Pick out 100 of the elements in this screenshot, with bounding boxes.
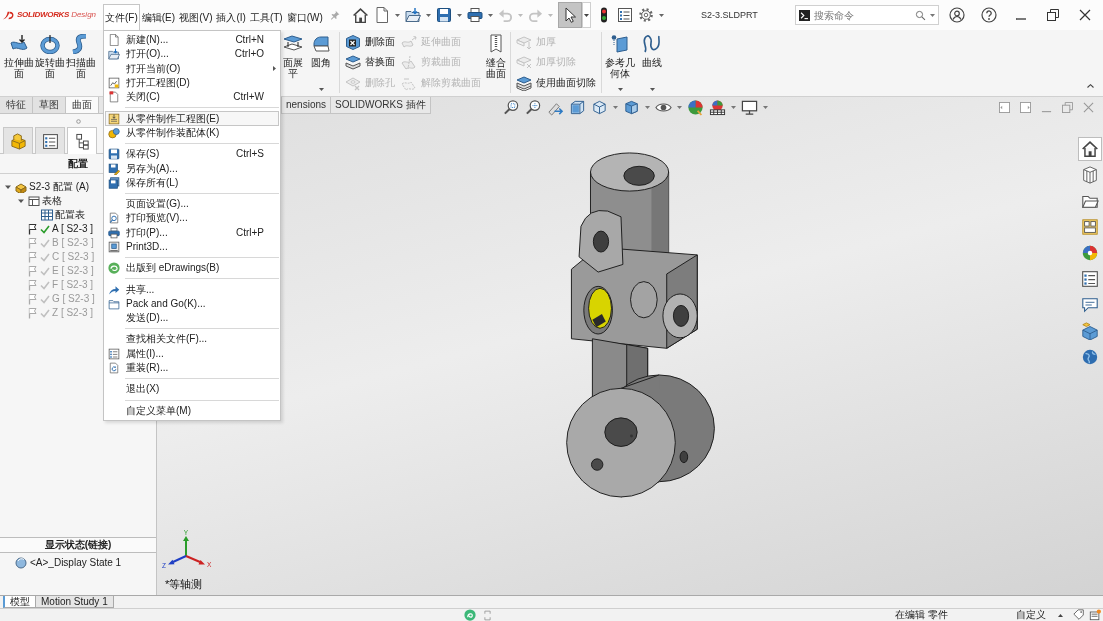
menu-bar-item[interactable]: 视图(V)	[177, 4, 215, 30]
tree-item[interactable]: S2-3 配置 (A)	[29, 181, 89, 193]
menu-item[interactable]: 页面设置(G)...	[105, 196, 279, 212]
list-icon[interactable]	[616, 7, 633, 23]
notification-icon[interactable]	[1089, 609, 1101, 621]
caret-icon[interactable]	[487, 13, 493, 17]
menu-item[interactable]: 打开(O)... Ctrl+O	[105, 47, 279, 62]
menu-item[interactable]: 保存所有(L)	[105, 175, 279, 190]
search-field[interactable]: 搜索命令	[814, 7, 911, 23]
chevron-up-icon[interactable]	[1087, 84, 1094, 88]
print-icon[interactable]	[466, 7, 483, 23]
unit-system[interactable]: 自定义	[1016, 609, 1046, 621]
menu-item[interactable]: 新建(N)... Ctrl+N	[105, 33, 279, 48]
caret-icon[interactable]	[1058, 613, 1063, 617]
panel-tab[interactable]	[3, 127, 33, 154]
ribbon-button[interactable]: 删除面	[343, 32, 397, 53]
dropdown-button[interactable]	[581, 2, 591, 28]
tree-item[interactable]: 表格	[42, 195, 62, 207]
menu-item[interactable]: 从零件制作工程图(E)	[105, 111, 279, 126]
menu-item[interactable]: 从零件制作装配体(K)	[105, 125, 279, 141]
task-pane-tab[interactable]	[1078, 137, 1102, 161]
caret-icon[interactable]	[394, 13, 400, 17]
magnifier-icon[interactable]	[502, 98, 520, 116]
select-button[interactable]	[557, 2, 582, 28]
menu-bar-item[interactable]: 插入(I)	[214, 4, 248, 30]
cube-icon[interactable]	[590, 98, 608, 116]
ribbon-button[interactable]: 使用曲面切除	[514, 72, 598, 93]
new-document-icon[interactable]	[373, 7, 390, 23]
menu-bar-item[interactable]: 文件(F)	[103, 4, 140, 30]
panel-left-icon[interactable]	[999, 101, 1010, 113]
close-icon[interactable]	[1077, 7, 1093, 23]
menu-item[interactable]: 打开当前(O)	[105, 61, 279, 76]
search-box[interactable]: 搜索命令	[795, 5, 939, 25]
menu-bar-item[interactable]: 工具(T)	[247, 4, 285, 30]
display-state-item[interactable]: <A>_Display State 1	[30, 557, 122, 569]
restore-icon[interactable]	[1045, 7, 1061, 23]
menu-item[interactable]: 打印预览(V)...	[105, 211, 279, 226]
caret-icon[interactable]	[658, 13, 664, 17]
menu-item[interactable]: 打开工程图(D)	[105, 75, 279, 91]
ribbon-button[interactable]: 替换面	[343, 52, 397, 73]
panel-tab[interactable]	[67, 127, 97, 154]
menu-item[interactable]: 另存为(A)...	[105, 161, 279, 176]
command-tab[interactable]: 曲面	[66, 97, 99, 113]
command-tab[interactable]: 草图	[33, 97, 66, 113]
menu-item[interactable]: 出版到 eDrawings(B)	[105, 261, 279, 276]
model-tab[interactable]: 模型	[3, 596, 36, 608]
menu-item[interactable]: 查找相关文件(F)...	[105, 332, 279, 347]
magnifier-icon[interactable]	[524, 98, 542, 116]
home-icon[interactable]	[351, 6, 369, 24]
ribbon-button[interactable]: 参考几何体	[605, 32, 635, 93]
half-cube-icon[interactable]	[568, 98, 586, 116]
menu-item[interactable]: Pack and Go(K)...	[105, 296, 279, 312]
caret-icon[interactable]	[18, 198, 24, 204]
shortcut-text: Ctrl+O	[234, 48, 264, 61]
menu-bar-item[interactable]: 窗口(W)	[284, 4, 325, 30]
menu-item[interactable]: 打印(P)... Ctrl+P	[105, 225, 279, 240]
ribbon-button[interactable]: 圆角	[306, 32, 336, 93]
ribbon-button[interactable]: 旋转曲面	[35, 32, 65, 93]
command-tab[interactable]: SOLIDWORKS 插件	[331, 97, 431, 114]
caret-icon[interactable]	[425, 13, 431, 17]
panel-tab[interactable]	[35, 127, 65, 154]
ribbon-button[interactable]: 拉伸曲面	[4, 32, 34, 93]
menu-item[interactable]: 自定义菜单(M)	[105, 403, 279, 418]
ribbon-button[interactable]: 缝合曲面	[485, 32, 507, 93]
color-sphere-icon[interactable]	[686, 98, 704, 116]
ribbon-button[interactable]: 面展平	[282, 32, 304, 93]
command-tab[interactable]: nensions	[281, 97, 332, 114]
ribbon-button[interactable]: 扫描曲面	[66, 32, 96, 93]
menu-item[interactable]: 重装(R)...	[105, 360, 279, 376]
settings-icon[interactable]	[637, 7, 654, 23]
search-icon[interactable]	[915, 9, 926, 21]
menu-item[interactable]: 发送(D)...	[105, 311, 279, 326]
grip-dot-icon[interactable]	[75, 119, 81, 124]
sphere-grid-icon[interactable]	[708, 98, 726, 116]
save-icon[interactable]	[435, 7, 452, 23]
menu-item[interactable]: 保存(S) Ctrl+S	[105, 147, 279, 162]
tree-item[interactable]: 配置表	[55, 209, 85, 221]
ribbon-button[interactable]: 曲线	[637, 32, 667, 93]
monitor-icon[interactable]	[740, 98, 758, 116]
plane-point-icon	[610, 34, 630, 54]
globe-icon	[1081, 348, 1099, 366]
panel-right-icon[interactable]	[1020, 101, 1031, 113]
menu-bar-item[interactable]: 编辑(E)	[139, 4, 178, 30]
model-tab[interactable]: Motion Study 1	[36, 596, 114, 608]
caret-icon[interactable]	[5, 184, 11, 190]
tree-item[interactable]: A [ S2-3 ]	[52, 223, 94, 235]
corner-brackets-icon	[484, 609, 491, 621]
shaded-cube-icon[interactable]	[622, 98, 640, 116]
tag-icon[interactable]	[1073, 609, 1085, 621]
command-tab[interactable]: 特征	[0, 97, 33, 113]
user-icon[interactable]	[949, 7, 965, 23]
menu-item[interactable]: Print3D...	[105, 239, 279, 255]
menu-item[interactable]: 退出(X)	[105, 382, 279, 397]
caret-icon[interactable]	[456, 13, 462, 17]
help-icon[interactable]	[981, 7, 997, 23]
caret-icon[interactable]	[930, 13, 935, 17]
menu-item[interactable]: 共享...	[105, 282, 279, 297]
open-folder-icon[interactable]	[404, 7, 421, 23]
menu-item[interactable]: 关闭(C) Ctrl+W	[105, 90, 279, 105]
menu-item[interactable]: 属性(I)...	[105, 346, 279, 361]
